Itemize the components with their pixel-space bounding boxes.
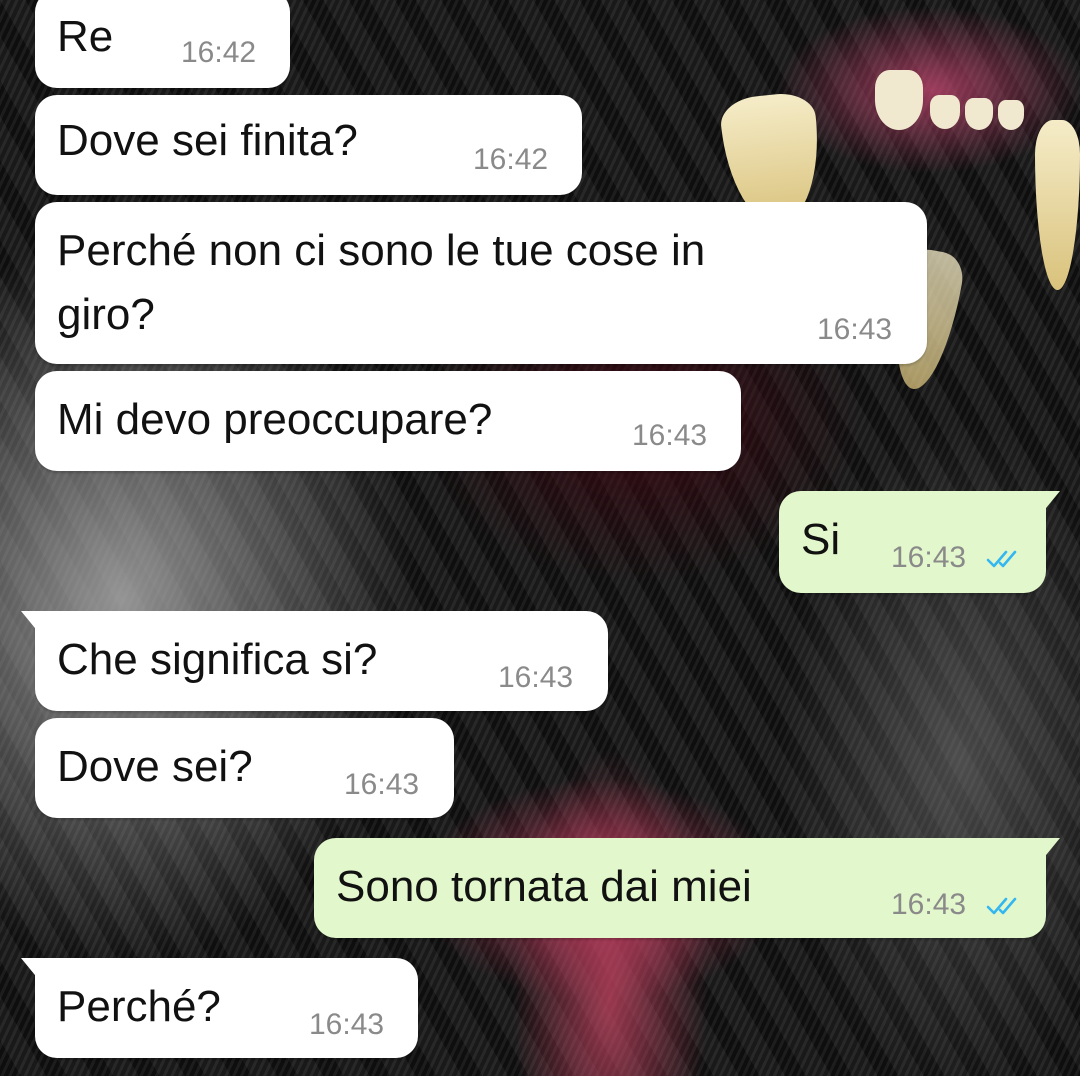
message-text: Si bbox=[801, 515, 841, 564]
message-timestamp: 16:43 bbox=[309, 1008, 385, 1041]
message-timestamp: 16:43 bbox=[891, 541, 967, 574]
message-timestamp: 16:43 bbox=[817, 313, 893, 346]
conversation[interactable]: Re 16:42 Dove sei finita? 16:42 Perché n… bbox=[0, 0, 1080, 1076]
message-text: Che significa si? bbox=[57, 635, 378, 684]
message-outgoing[interactable]: Si 16:43 bbox=[779, 491, 1060, 593]
message-incoming[interactable]: Perché non ci sono le tue cose in giro? … bbox=[35, 202, 927, 364]
message-text-line2: giro? bbox=[57, 290, 155, 339]
message-incoming[interactable]: Dove sei finita? 16:42 bbox=[35, 95, 582, 195]
message-text: Dove sei? bbox=[57, 742, 253, 791]
message-text-line1: Perché non ci sono le tue cose in bbox=[57, 226, 706, 275]
message-incoming[interactable]: Mi devo preoccupare? 16:43 bbox=[35, 371, 741, 471]
double-check-read-icon bbox=[986, 550, 1017, 568]
message-outgoing[interactable]: Sono tornata dai miei 16:43 bbox=[314, 838, 1060, 938]
message-timestamp: 16:43 bbox=[891, 888, 967, 921]
message-incoming[interactable]: Perché? 16:43 bbox=[21, 958, 418, 1058]
message-text: Mi devo preoccupare? bbox=[57, 395, 493, 444]
message-timestamp: 16:43 bbox=[498, 661, 574, 694]
message-incoming[interactable]: Dove sei? 16:43 bbox=[35, 718, 454, 818]
message-text: Perché? bbox=[57, 982, 221, 1031]
message-timestamp: 16:43 bbox=[632, 419, 708, 452]
message-incoming[interactable]: Che significa si? 16:43 bbox=[21, 611, 608, 711]
message-incoming[interactable]: Re 16:42 bbox=[35, 0, 290, 88]
message-text: Sono tornata dai miei bbox=[336, 862, 752, 911]
message-timestamp: 16:43 bbox=[344, 768, 420, 801]
message-timestamp: 16:42 bbox=[181, 36, 257, 69]
message-timestamp: 16:42 bbox=[473, 143, 549, 176]
message-text: Re bbox=[57, 12, 114, 61]
double-check-read-icon bbox=[986, 897, 1017, 915]
message-text: Dove sei finita? bbox=[57, 116, 358, 165]
